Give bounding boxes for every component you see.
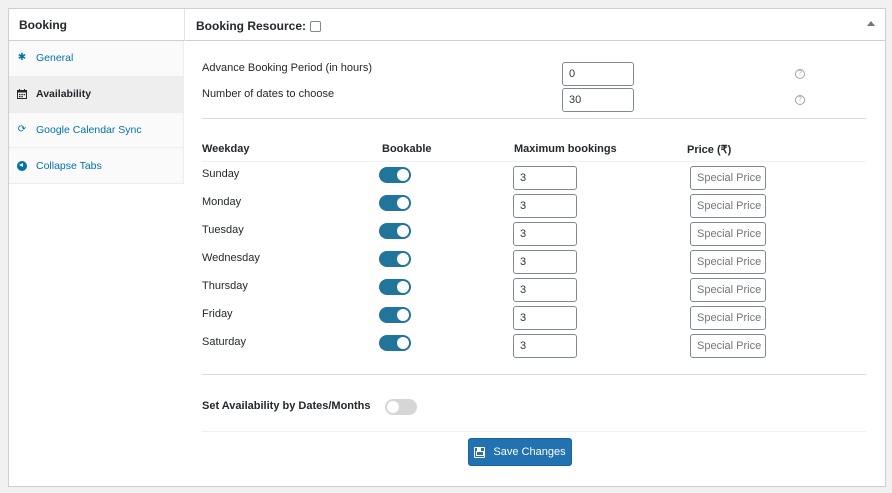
- special-price-input[interactable]: [690, 278, 766, 302]
- calendar-icon: [17, 89, 27, 100]
- booking-resource-label: Booking Resource:: [196, 19, 307, 33]
- weekday-label: Thursday: [202, 280, 248, 292]
- panel-title: Booking: [19, 18, 67, 32]
- save-changes-label: Save Changes: [493, 446, 566, 458]
- maximum-bookings-input[interactable]: [513, 334, 577, 358]
- booking-panel: Booking Booking Resource: ✱ General Avai…: [8, 8, 886, 487]
- header-divider-line: [202, 161, 866, 162]
- toggle-knob: [397, 253, 409, 265]
- weekday-label: Friday: [202, 308, 233, 320]
- advance-booking-label: Advance Booking Period (in hours): [202, 62, 372, 74]
- maximum-bookings-header: Maximum bookings: [514, 143, 617, 155]
- section-divider: [202, 118, 866, 119]
- save-changes-button[interactable]: Save Changes: [468, 438, 572, 466]
- sync-icon: ⟳: [17, 123, 27, 135]
- number-of-dates-label: Number of dates to choose: [202, 88, 335, 100]
- weekday-label: Saturday: [202, 336, 247, 348]
- bookable-toggle[interactable]: [379, 223, 411, 239]
- tab-google-calendar-sync-label: Google Calendar Sync: [36, 123, 142, 136]
- gear-icon: ✱: [17, 52, 27, 64]
- toggle-knob: [387, 401, 399, 413]
- maximum-bookings-input[interactable]: [513, 166, 577, 190]
- section-divider: [202, 374, 866, 375]
- bookable-header: Bookable: [382, 143, 432, 155]
- maximum-bookings-input[interactable]: [513, 306, 577, 330]
- weekday-label: Sunday: [202, 168, 240, 180]
- collapse-panel-icon[interactable]: [867, 21, 875, 26]
- booking-resource: Booking Resource:: [196, 19, 322, 33]
- collapse-arrow-icon: [17, 160, 27, 171]
- header-divider: [184, 9, 185, 41]
- bookable-toggle[interactable]: [379, 167, 411, 183]
- maximum-bookings-input[interactable]: [513, 222, 577, 246]
- panel-header: Booking Booking Resource:: [9, 9, 885, 41]
- weekday-label: Monday: [202, 196, 242, 208]
- maximum-bookings-input[interactable]: [513, 278, 577, 302]
- weekday-header: Weekday: [202, 143, 250, 155]
- availability-by-dates-toggle[interactable]: [385, 399, 417, 415]
- toggle-knob: [397, 169, 409, 181]
- special-price-input[interactable]: [690, 306, 766, 330]
- toggle-knob: [397, 225, 409, 237]
- maximum-bookings-input[interactable]: [513, 194, 577, 218]
- weekday-label: Wednesday: [202, 252, 260, 264]
- toggle-knob: [397, 309, 409, 321]
- special-price-input[interactable]: [690, 334, 766, 358]
- save-icon: [474, 446, 486, 458]
- bookable-toggle[interactable]: [379, 335, 411, 351]
- sidebar: ✱ General Availability ⟳ Google Calendar…: [9, 41, 184, 184]
- tab-availability[interactable]: Availability: [9, 76, 183, 113]
- special-price-input[interactable]: [690, 194, 766, 218]
- tab-availability-label: Availability: [36, 88, 92, 101]
- tab-general[interactable]: ✱ General: [9, 41, 183, 77]
- bookable-toggle[interactable]: [379, 195, 411, 211]
- tab-collapse-tabs-label: Collapse Tabs: [36, 159, 102, 172]
- special-price-input[interactable]: [690, 166, 766, 190]
- toggle-knob: [397, 197, 409, 209]
- toggle-knob: [397, 337, 409, 349]
- tab-google-calendar-sync[interactable]: ⟳ Google Calendar Sync: [9, 113, 183, 149]
- maximum-bookings-input[interactable]: [513, 250, 577, 274]
- number-of-dates-input[interactable]: [562, 88, 634, 112]
- special-price-input[interactable]: [690, 222, 766, 246]
- bookable-toggle[interactable]: [379, 279, 411, 295]
- tab-collapse-tabs[interactable]: Collapse Tabs: [9, 148, 183, 184]
- help-icon[interactable]: ?: [795, 95, 805, 105]
- tab-general-label: General: [36, 52, 74, 65]
- advance-booking-input[interactable]: [562, 62, 634, 86]
- booking-resource-checkbox[interactable]: [310, 20, 322, 32]
- bookable-toggle[interactable]: [379, 307, 411, 323]
- price-header: Price (₹): [687, 144, 732, 156]
- bookable-toggle[interactable]: [379, 251, 411, 267]
- special-price-input[interactable]: [690, 250, 766, 274]
- availability-by-dates-label: Set Availability by Dates/Months: [202, 400, 371, 412]
- toggle-knob: [397, 281, 409, 293]
- help-icon[interactable]: ?: [795, 69, 805, 79]
- weekday-label: Tuesday: [202, 224, 244, 236]
- footer-divider: [202, 431, 866, 432]
